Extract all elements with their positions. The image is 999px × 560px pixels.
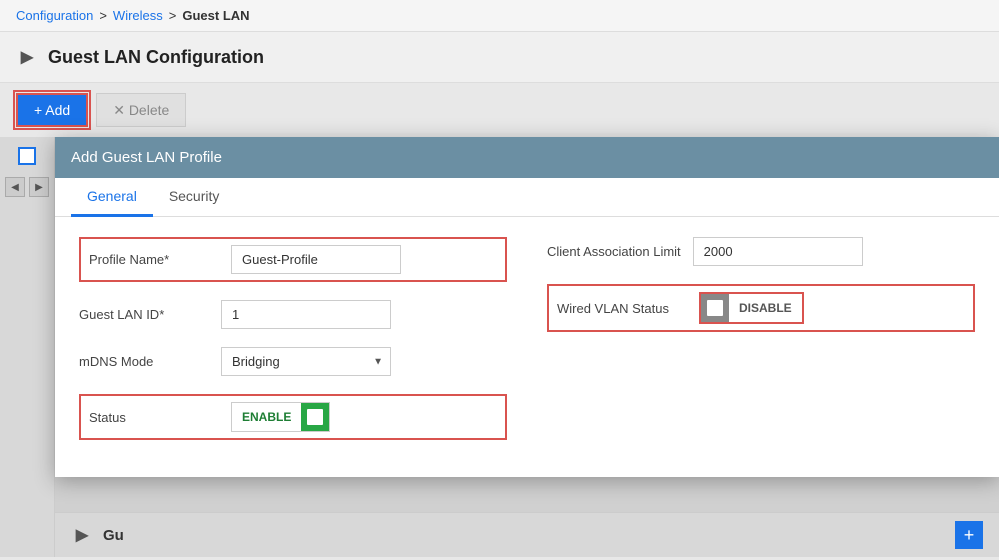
bottom-section-label: Gu [103,527,124,544]
guest-lan-id-label: Guest LAN ID* [79,307,209,322]
page-title-bar: ▶ Guest LAN Configuration [0,32,999,83]
toolbar: + Add ✕ Delete [0,83,999,137]
select-checkbox[interactable] [18,147,36,165]
status-row: Status ENABLE [79,394,507,440]
guest-lan-id-row: Guest LAN ID* [79,300,507,329]
dialog-area: Add Guest LAN Profile General Security P… [55,137,999,557]
wired-vlan-toggle-switch[interactable] [701,294,729,322]
guest-lan-id-input[interactable] [221,300,391,329]
dialog-tabs: General Security [55,178,999,217]
breadcrumb-wireless[interactable]: Wireless [113,8,163,23]
profile-name-label: Profile Name* [89,252,219,267]
bottom-section: ▶ Gu + [55,512,999,557]
breadcrumb-sep2: > [169,8,177,23]
client-assoc-input[interactable] [693,237,863,266]
mdns-mode-select-wrapper: Bridging Forwarding Disabled ▼ [221,347,391,376]
status-toggle-switch[interactable] [301,403,329,431]
mdns-mode-label: mDNS Mode [79,354,209,369]
prev-button[interactable]: ◀ [5,177,25,197]
wired-vlan-row: Wired VLAN Status DISABLE [547,284,975,332]
status-label: Status [89,410,219,425]
bottom-expand-icon[interactable]: ▶ [71,524,93,546]
breadcrumb-current: Guest LAN [182,8,249,23]
left-column: Profile Name* Guest LAN ID* mDNS Mode [79,237,507,440]
dialog-header: Add Guest LAN Profile [55,137,999,178]
toggle-inner [307,409,323,425]
breadcrumb-configuration[interactable]: Configuration [16,8,93,23]
wired-vlan-label: Wired VLAN Status [557,301,687,316]
mdns-mode-row: mDNS Mode Bridging Forwarding Disabled ▼ [79,347,507,376]
breadcrumb-sep1: > [99,8,107,23]
wired-vlan-toggle-text: DISABLE [729,296,802,320]
main-content: ◀ ▶ Add Guest LAN Profile General Securi… [0,137,999,557]
page-title: Guest LAN Configuration [48,47,264,68]
expand-arrow-icon[interactable]: ▶ [16,46,38,68]
wired-vlan-toggle-inner [707,300,723,316]
tab-general[interactable]: General [71,178,153,217]
bottom-add-button[interactable]: + [955,521,983,549]
mdns-mode-select[interactable]: Bridging Forwarding Disabled [221,347,391,376]
wired-vlan-toggle[interactable]: DISABLE [699,292,804,324]
dialog-title: Add Guest LAN Profile [71,149,222,166]
dialog-body: Profile Name* Guest LAN ID* mDNS Mode [55,217,999,460]
next-button[interactable]: ▶ [29,177,49,197]
status-toggle-text: ENABLE [232,405,301,429]
right-column: Client Association Limit Wired VLAN Stat… [547,237,975,440]
sidebar-nav: ◀ ▶ [5,177,49,197]
client-assoc-row: Client Association Limit [547,237,975,266]
breadcrumb: Configuration > Wireless > Guest LAN [0,0,999,32]
sidebar: ◀ ▶ [0,137,55,557]
add-guest-lan-dialog: Add Guest LAN Profile General Security P… [55,137,999,477]
profile-name-row: Profile Name* [79,237,507,282]
client-assoc-label: Client Association Limit [547,244,681,259]
delete-button[interactable]: ✕ Delete [96,93,186,127]
tab-security[interactable]: Security [153,178,236,217]
profile-name-input[interactable] [231,245,401,274]
add-button[interactable]: + Add [16,93,88,127]
status-toggle[interactable]: ENABLE [231,402,330,432]
